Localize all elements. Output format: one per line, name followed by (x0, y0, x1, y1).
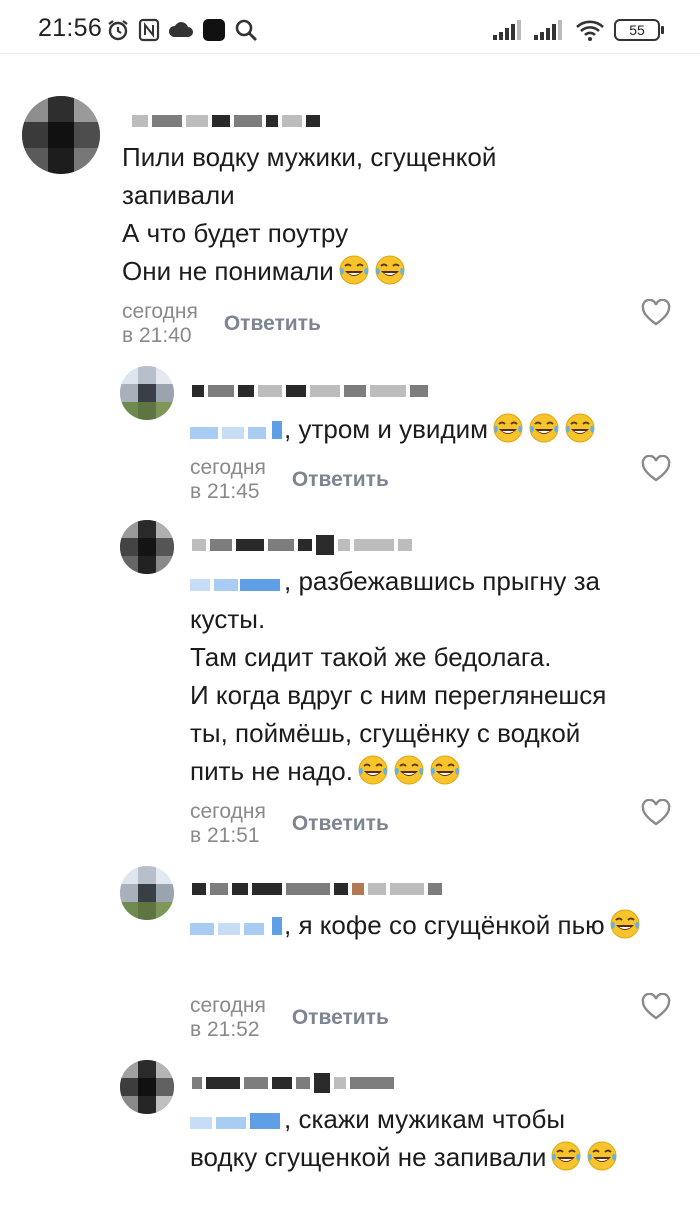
avatar[interactable] (120, 866, 174, 920)
mention-blur[interactable] (190, 421, 284, 439)
author-name[interactable] (192, 378, 428, 404)
comment-time: сегодня в 21:51 (190, 800, 266, 847)
emoji-group (605, 908, 641, 940)
reply-button[interactable]: Ответить (292, 812, 389, 836)
status-bar: 21:56 55 (0, 0, 700, 56)
comment-text: , скажи мужикам чтобы водку сгущенкой не… (190, 1100, 680, 1176)
status-icons-left (106, 16, 258, 44)
emoji-group (488, 412, 596, 444)
signal-icon (534, 20, 562, 40)
status-time: 21:56 (38, 14, 103, 42)
comment-time: сегодня в 21:45 (190, 456, 266, 503)
comment-meta: сегодня в 21:52 Ответить (190, 994, 389, 1042)
comment-text: , утром и увидим (190, 410, 680, 448)
mention-blur[interactable] (190, 573, 284, 591)
comment-meta: сегодня в 21:45 Ответить (190, 456, 389, 504)
author-name[interactable] (192, 1070, 394, 1096)
laughing-emoji-icon (492, 412, 524, 444)
heart-icon[interactable] (641, 299, 671, 327)
cloud-icon (168, 22, 193, 37)
laughing-emoji-icon (550, 1140, 582, 1172)
comment-body: , разбежавшись прыгну за кусты. Там сиди… (190, 566, 607, 786)
avatar[interactable] (22, 96, 100, 174)
comment-text: , я кофе со сгущёнкой пью (190, 906, 680, 944)
laughing-emoji-icon (393, 754, 425, 786)
status-divider (0, 53, 700, 54)
emoji-group (334, 254, 406, 286)
alarm-icon (108, 20, 128, 41)
reply-button[interactable]: Ответить (224, 312, 321, 336)
signal-icon (493, 20, 521, 40)
author-name[interactable] (132, 108, 320, 134)
comment-body: Пили водку мужики, сгущенкой запивали А … (122, 142, 497, 286)
heart-icon[interactable] (641, 993, 671, 1021)
avatar[interactable] (120, 366, 174, 420)
reply-button[interactable]: Ответить (292, 1006, 389, 1030)
author-name[interactable] (192, 876, 442, 902)
laughing-emoji-icon (429, 754, 461, 786)
app-icon (203, 19, 225, 41)
emoji-group (546, 1140, 618, 1172)
status-icons-right: 55 (493, 16, 664, 44)
laughing-emoji-icon (609, 908, 641, 940)
comment-time: сегодня в 21:52 (190, 994, 266, 1041)
comment-time: сегодня в 21:40 (122, 300, 198, 347)
reply-button[interactable]: Ответить (292, 468, 389, 492)
search-icon (235, 19, 257, 41)
comment-text: , разбежавшись прыгну за кусты. Там сиди… (190, 562, 680, 790)
comment-body: , утром и увидим (284, 414, 489, 444)
heart-icon[interactable] (641, 799, 671, 827)
wifi-icon (576, 20, 604, 41)
mention-blur[interactable] (190, 917, 284, 935)
laughing-emoji-icon (374, 254, 406, 286)
comment-text: Пили водку мужики, сгущенкой запивали А … (122, 138, 682, 290)
laughing-emoji-icon (586, 1140, 618, 1172)
laughing-emoji-icon (564, 412, 596, 444)
comment-meta: сегодня в 21:40 Ответить (122, 300, 321, 348)
mention-blur[interactable] (190, 1111, 284, 1129)
heart-icon[interactable] (641, 455, 671, 483)
author-name[interactable] (192, 532, 412, 558)
laughing-emoji-icon (357, 754, 389, 786)
comment-meta: сегодня в 21:51 Ответить (190, 800, 389, 848)
laughing-emoji-icon (528, 412, 560, 444)
laughing-emoji-icon (338, 254, 370, 286)
avatar[interactable] (120, 520, 174, 574)
emoji-group (353, 754, 461, 786)
nfc-icon (138, 18, 160, 42)
battery-indicator: 55 (614, 19, 664, 41)
avatar[interactable] (120, 1060, 174, 1114)
comment-body: , я кофе со сгущёнкой пью (284, 910, 605, 940)
